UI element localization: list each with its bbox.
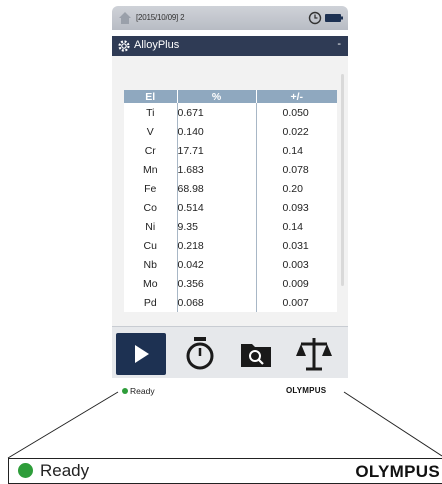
zoomed-status-text: Ready [40,461,90,480]
callout-lines [7,391,442,459]
zoomed-brand-logo: OLYMPUS [355,462,440,481]
ready-dot-icon [18,463,33,478]
zoomed-status-bar: Ready OLYMPUS [8,458,442,484]
